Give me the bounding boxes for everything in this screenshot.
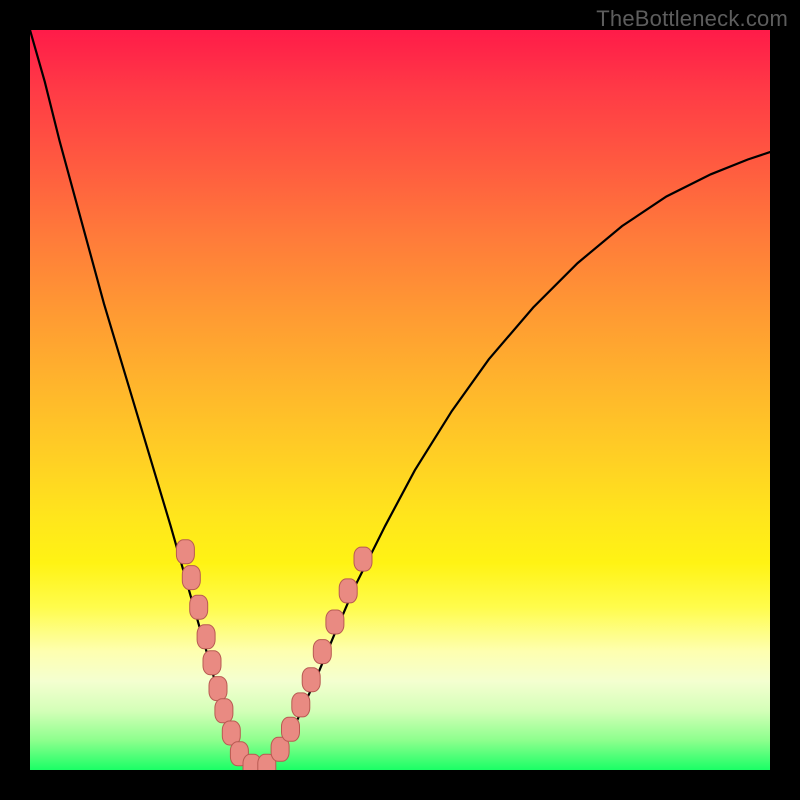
data-marker <box>326 610 344 634</box>
data-marker <box>182 566 200 590</box>
data-marker <box>292 693 310 717</box>
data-marker <box>203 651 221 675</box>
data-marker <box>197 625 215 649</box>
data-marker <box>339 579 357 603</box>
watermark-text: TheBottleneck.com <box>596 6 788 32</box>
data-marker <box>282 717 300 741</box>
data-markers <box>176 540 372 770</box>
plot-area <box>30 30 770 770</box>
chart-svg <box>30 30 770 770</box>
chart-frame: TheBottleneck.com <box>0 0 800 800</box>
data-marker <box>209 677 227 701</box>
data-marker <box>176 540 194 564</box>
data-marker <box>354 547 372 571</box>
bottleneck-curve <box>30 30 770 769</box>
data-marker <box>215 699 233 723</box>
data-marker <box>302 668 320 692</box>
data-marker <box>190 595 208 619</box>
data-marker <box>313 640 331 664</box>
